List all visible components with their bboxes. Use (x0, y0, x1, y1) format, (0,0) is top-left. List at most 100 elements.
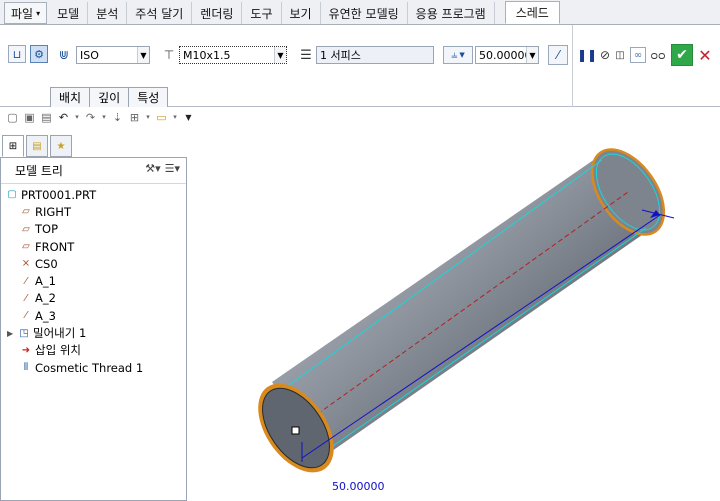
no-preview-icon[interactable]: ⊘ (598, 47, 612, 63)
chevron-down-icon[interactable]: ▼ (526, 47, 538, 63)
tab-flexible-modeling[interactable]: 유연한 모델링 (321, 2, 408, 24)
depth-dimension-label[interactable]: 50.00000 (332, 480, 385, 493)
undo-icon[interactable]: ↶ (57, 111, 70, 124)
simple-thread-icon[interactable]: ⊔ (8, 45, 26, 63)
tree-item-part[interactable]: ▢ PRT0001.PRT (1, 186, 186, 203)
datum-plane-icon: ▱ (22, 206, 30, 218)
tree-item-front[interactable]: ▱ FRONT (1, 238, 186, 255)
regenerate-icon[interactable]: ⇣ (111, 111, 124, 124)
chevron-down-icon[interactable]: ▼ (274, 47, 286, 63)
chevron-down-icon[interactable]: ▾ (172, 111, 178, 124)
tree-item-right[interactable]: ▱ RIGHT (1, 203, 186, 220)
file-menu[interactable]: 파일 ▾ (4, 2, 48, 24)
tab-analysis[interactable]: 분석 (88, 2, 128, 24)
cylinder-body[interactable] (272, 150, 642, 458)
tab-model[interactable]: 모델 (49, 2, 89, 24)
depth-option-button[interactable]: ⫨ ▼ (443, 46, 473, 64)
tab-properties[interactable]: 특성 (128, 87, 169, 107)
chevron-down-icon: ▾ (36, 8, 41, 18)
close-window-icon[interactable]: ▭ (155, 111, 168, 124)
tree-item-label: CS0 (35, 256, 58, 271)
depth-drag-handle[interactable] (291, 426, 300, 435)
chevron-down-icon[interactable]: ▾ (145, 111, 151, 124)
pause-icon[interactable]: ❚❚ (577, 47, 597, 63)
ribbon-divider (572, 25, 573, 107)
chevron-down-icon[interactable]: ▾ (74, 111, 80, 124)
tab-thread[interactable]: 스레드 (504, 1, 560, 24)
cylinder-axis-line (297, 191, 629, 429)
save-icon[interactable]: ▤ (40, 111, 53, 124)
tree-item-label: A_2 (35, 291, 56, 306)
depth-value-input[interactable]: 50.00000 ▼ (475, 46, 539, 64)
tree-item-extrude[interactable]: ▶ ◳ 밀어내기 1 (1, 324, 186, 341)
screw-size-select[interactable]: M10x1.5 ▼ (179, 46, 287, 64)
tree-show-icon[interactable]: ☰▾ (165, 162, 180, 175)
graphics-canvas[interactable]: 50.00000 (190, 130, 720, 501)
windows-icon[interactable]: ⊞ (128, 111, 141, 124)
part-icon: ▢ (7, 189, 17, 201)
datum-plane-icon: ▱ (22, 223, 30, 235)
insert-here-icon: ➜ (21, 344, 31, 356)
open-file-icon[interactable]: ▣ (23, 111, 36, 124)
tree-item-label: 밀어내기 1 (33, 326, 87, 341)
thread-surface-icon: ☰ (300, 47, 312, 63)
depth-to-value-icon: ⫨ (451, 48, 458, 61)
tree-item-a2[interactable]: ⁄ A_2 (1, 290, 186, 307)
model-tree-header: 모델 트리 ⚒▾ ☰▾ (1, 158, 186, 184)
tab-tools[interactable]: 도구 (242, 2, 282, 24)
favorites-tab-icon[interactable]: ★ (50, 135, 72, 157)
thread-surface-value: 1 서피스 (320, 49, 361, 62)
model-tree-panel: 모델 트리 ⚒▾ ☰▾ ▢ PRT0001.PRT ▱ RIGHT ▱ TOP … (0, 157, 187, 501)
file-menu-label: 파일 (11, 6, 34, 21)
tree-item-label: 삽입 위치 (35, 343, 81, 358)
thread-surface-field[interactable]: 1 서피스 (316, 46, 434, 64)
tab-annotate[interactable]: 주석 달기 (127, 2, 193, 24)
preview-icon[interactable]: ◫ (612, 47, 628, 63)
tab-placement[interactable]: 배치 (50, 87, 91, 107)
tree-item-a1[interactable]: ⁄ A_1 (1, 272, 186, 289)
chevron-down-icon[interactable]: ▾ (101, 111, 107, 124)
tree-item-label: RIGHT (35, 204, 71, 219)
tab-depth[interactable]: 깊이 (89, 87, 130, 107)
datum-axis-icon: ⁄ (25, 275, 27, 287)
model-tree-tab-icon[interactable]: ⊞ (2, 135, 24, 157)
tree-item-cs0[interactable]: ⨯ CS0 (1, 255, 186, 272)
tree-item-label: A_1 (35, 274, 56, 289)
datum-axis-icon: ⁄ (25, 292, 27, 304)
navigator-tabs: ⊞ ▤ ★ (0, 135, 72, 157)
standard-thread-icon[interactable]: ⚙ (30, 45, 48, 63)
ribbon-subtabs: 배치 깊이 특성 (50, 87, 169, 107)
verify-preview-icon[interactable]: ∞ (630, 47, 646, 63)
chevron-down-icon: ▼ (459, 51, 465, 59)
tree-item-label: Cosmetic Thread 1 (35, 360, 144, 375)
thread-standard-value: ISO (80, 48, 99, 62)
thread-standard-icon: ⋓ (58, 48, 70, 62)
quick-access-toolbar: ▢ ▣ ▤ ↶ ▾ ↷ ▾ ⇣ ⊞ ▾ ▭ ▾ ▼ (0, 107, 720, 127)
flip-direction-icon[interactable]: ⁄ (548, 45, 568, 65)
datum-plane-icon: ▱ (22, 241, 30, 253)
chevron-down-icon[interactable]: ▼ (137, 47, 149, 63)
tree-item-insert-here[interactable]: ➜ 삽입 위치 (1, 342, 186, 359)
tab-render[interactable]: 렌더링 (192, 2, 243, 24)
extrude-icon: ◳ (19, 327, 29, 339)
model-tree-title: 모델 트리 (15, 164, 63, 178)
thread-standard-select[interactable]: ISO ▼ (76, 46, 150, 64)
menu-bar: 파일 ▾ 모델 분석 주석 달기 렌더링 도구 보기 유연한 모델링 응용 프로그… (0, 0, 720, 25)
cancel-x-icon[interactable]: ✕ (696, 44, 714, 66)
new-file-icon[interactable]: ▢ (6, 111, 19, 124)
expand-arrow-icon[interactable]: ▶ (7, 329, 17, 338)
tree-item-a3[interactable]: ⁄ A_3 (1, 307, 186, 324)
thread-ribbon: ⊔ ⚙ ⋓ ISO ▼ ⊤ M10x1.5 ▼ ☰ 1 서피스 ⫨ ▼ 50.00… (0, 25, 720, 107)
tab-view[interactable]: 보기 (282, 2, 321, 24)
customize-toolbar-icon[interactable]: ▼ (182, 111, 195, 124)
tab-applications[interactable]: 응용 프로그램 (408, 2, 495, 24)
folder-browser-tab-icon[interactable]: ▤ (26, 135, 48, 157)
datum-axis-icon: ⁄ (25, 310, 27, 322)
confirm-check-icon[interactable]: ✔ (671, 44, 693, 66)
tree-item-cosmetic-thread[interactable]: ⫴ Cosmetic Thread 1 (1, 359, 186, 376)
glasses-icon[interactable]: ᴑᴑ (649, 47, 667, 63)
redo-icon[interactable]: ↷ (84, 111, 97, 124)
tree-item-top[interactable]: ▱ TOP (1, 221, 186, 238)
tree-item-label: A_3 (35, 308, 56, 323)
tree-settings-icon[interactable]: ⚒▾ (145, 162, 160, 175)
